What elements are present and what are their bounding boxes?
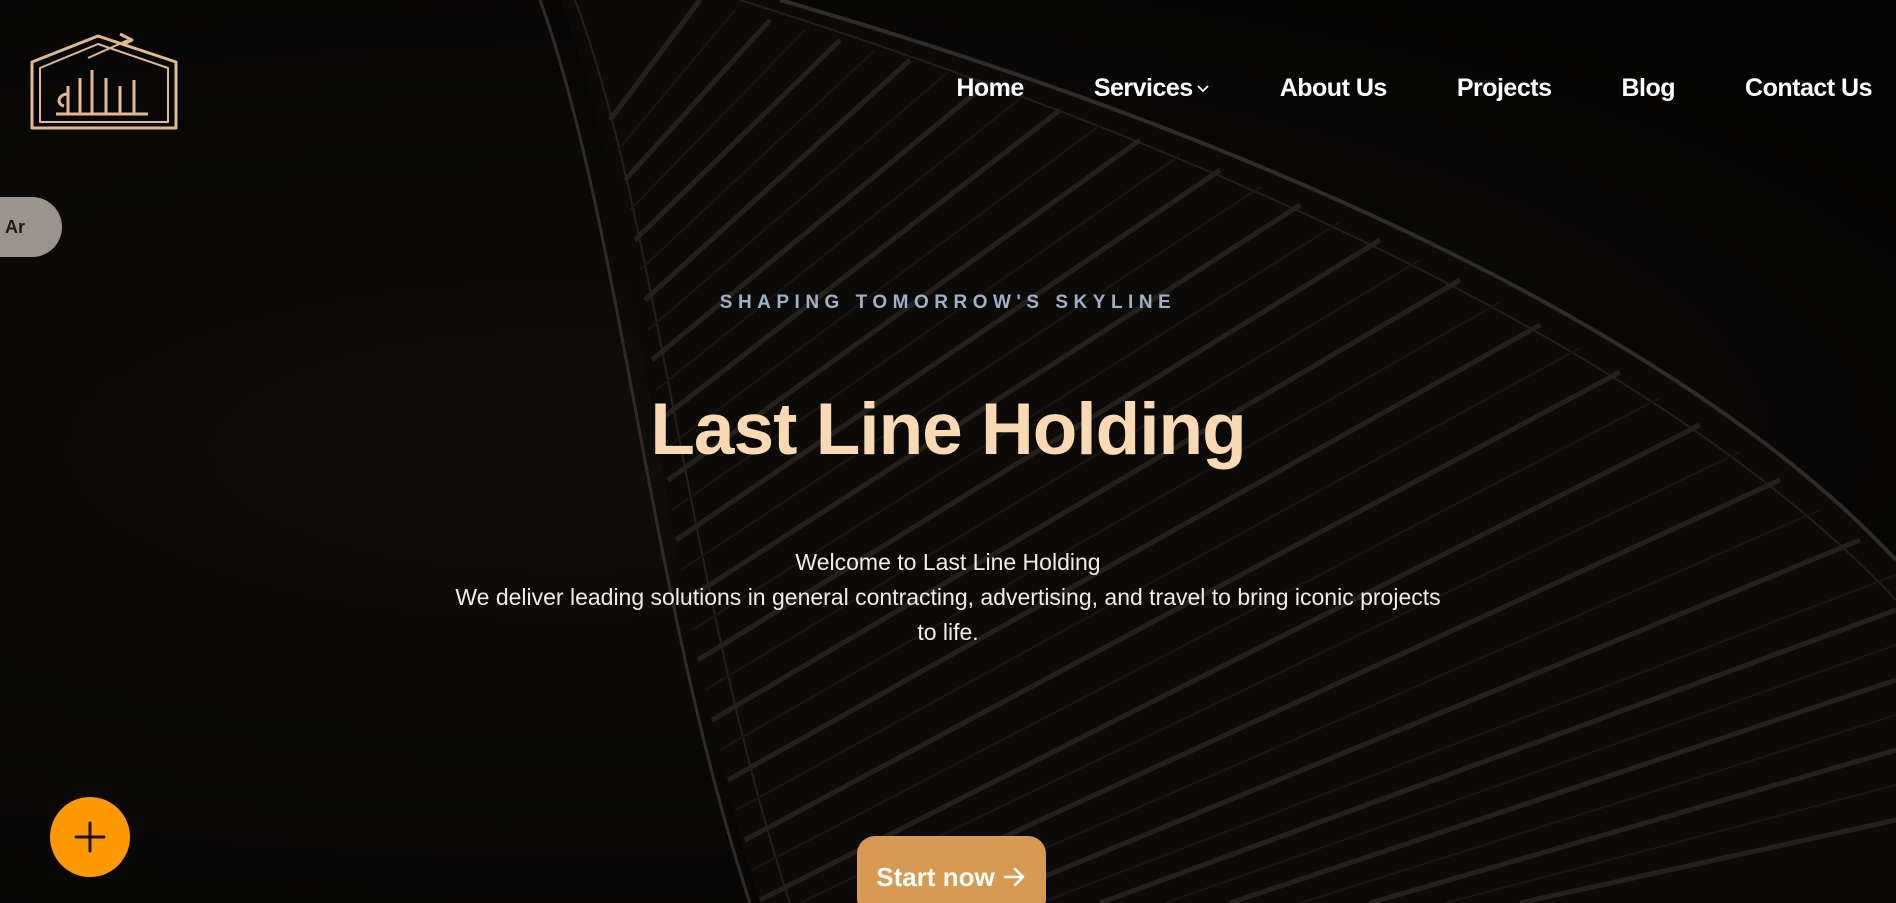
start-now-label: Start now: [876, 862, 995, 892]
nav-blog-link[interactable]: Blog: [1621, 74, 1675, 103]
nav-home-link[interactable]: Home: [956, 73, 1024, 103]
hero-section: Home Services About Us Projects Blog Con…: [0, 0, 1896, 903]
hero-title: Last Line Holding: [650, 389, 1246, 470]
main-navigation: Home Services About Us Projects Blog Con…: [956, 70, 1872, 106]
start-now-button[interactable]: Start now: [857, 836, 1046, 903]
plus-icon: [74, 821, 106, 853]
nav-projects-label: Projects: [1456, 73, 1552, 102]
language-toggle-button[interactable]: Ar: [0, 197, 62, 257]
floating-action-button[interactable]: [50, 797, 130, 877]
nav-about-label: About Us: [1279, 73, 1388, 102]
language-toggle-label: Ar: [5, 216, 26, 237]
hero-description-body: We deliver leading solutions in general …: [455, 584, 1448, 645]
nav-home-label: Home: [956, 73, 1024, 102]
hero-description: Welcome to Last Line Holding We deliver …: [448, 545, 1448, 650]
nav-services-label: Services: [1093, 73, 1193, 102]
hero-tagline: SHAPING TOMORROW'S SKYLINE: [719, 292, 1177, 313]
chevron-down-icon: [1197, 85, 1209, 93]
arrow-right-icon: [1003, 867, 1025, 887]
nav-projects-link[interactable]: Projects: [1457, 74, 1552, 103]
nav-contact-link[interactable]: Contact Us: [1745, 74, 1872, 103]
hero-description-welcome: Welcome to Last Line Holding: [795, 549, 1101, 575]
nav-contact-label: Contact Us: [1745, 73, 1872, 102]
nav-blog-label: Blog: [1621, 73, 1676, 102]
nav-services-link[interactable]: Services: [1094, 74, 1210, 103]
building-house-logo[interactable]: [28, 30, 182, 134]
nav-about-link[interactable]: About Us: [1279, 73, 1388, 103]
